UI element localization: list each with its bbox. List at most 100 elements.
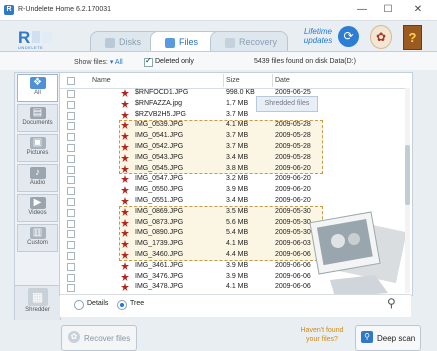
deep-scan-button[interactable]: ⚲ Deep scan — [355, 325, 421, 351]
r-undelete-logo: R — [18, 28, 52, 46]
minimize-button[interactable]: — — [352, 3, 372, 17]
file-name: $RNFAZZA.jpg — [135, 99, 183, 107]
manual-icon[interactable]: ? — [403, 25, 422, 50]
scrollbar-thumb[interactable] — [405, 145, 410, 205]
files-icon — [165, 37, 175, 48]
recover-icon: ✿ — [68, 331, 80, 343]
file-name: IMG_0539.JPG — [135, 121, 184, 129]
file-name: IMG_0542.JPG — [135, 143, 184, 150]
file-size: 5.6 MB — [226, 218, 249, 226]
show-files-dropdown[interactable]: Show files: ▾ All — [74, 58, 123, 66]
lifetime-updates-link[interactable]: Lifetime updates — [298, 27, 338, 45]
file-size: 1.7 MB — [226, 99, 249, 107]
row-checkbox[interactable] — [67, 154, 75, 163]
tab-recovery[interactable]: Recovery — [210, 31, 288, 52]
close-button[interactable]: ✕ — [408, 3, 428, 17]
file-size: 3.9 MB — [226, 272, 249, 280]
category-pictures[interactable]: ▣ Pictures — [17, 134, 58, 162]
documents-icon: ▤ — [29, 107, 46, 119]
file-name: IMG_0541.JPG — [135, 132, 184, 140]
file-name: IMG_0547.JPG — [135, 175, 184, 183]
select-all-checkbox[interactable] — [67, 77, 75, 85]
file-size: 3.5 MB — [226, 207, 249, 215]
havent-found-text: Haven't found your files? — [300, 327, 344, 343]
jpg-file-icon — [121, 164, 129, 173]
videos-icon: ▶ — [29, 197, 46, 209]
row-checkbox[interactable] — [67, 165, 75, 174]
row-checkbox[interactable] — [67, 262, 75, 271]
row-checkbox[interactable] — [67, 273, 75, 282]
file-name: IMG_0551.JPG — [135, 197, 184, 204]
view-mode-bar — [60, 294, 411, 317]
category-documents[interactable]: ▤ Documents — [17, 104, 58, 132]
all-files-icon: ❖ — [29, 77, 46, 89]
file-size: 3.7 MB — [226, 143, 249, 150]
file-name: IMG_0550.JPG — [135, 186, 184, 194]
file-size: 3.9 MB — [226, 261, 249, 269]
row-checkbox[interactable] — [67, 187, 75, 196]
show-files-label: Show files: — [74, 59, 108, 66]
file-size: 3.7 MB — [226, 110, 249, 118]
maximize-button[interactable]: ☐ — [378, 3, 398, 17]
column-date-header[interactable]: Date — [275, 77, 290, 84]
tree-label: Tree — [130, 300, 145, 307]
jpg-file-icon — [121, 143, 129, 151]
recover-files-button[interactable]: ✿ Recover files — [61, 325, 137, 351]
search-icon[interactable]: ⚲ — [387, 296, 396, 310]
file-size: 3.4 MB — [226, 153, 249, 161]
deep-scan-icon: ⚲ — [361, 331, 373, 343]
row-checkbox[interactable] — [67, 208, 75, 217]
row-checkbox[interactable] — [67, 219, 75, 228]
category-videos[interactable]: ▶ Videos — [17, 194, 58, 222]
row-checkbox[interactable] — [67, 252, 75, 260]
row-checkbox[interactable] — [67, 144, 75, 152]
svg-text:R: R — [18, 28, 30, 46]
row-checkbox[interactable] — [67, 241, 75, 250]
shredder-icon: ▦ — [27, 288, 48, 306]
category-all[interactable]: ❖ All — [17, 74, 58, 102]
row-checkbox[interactable] — [67, 90, 75, 98]
jpg-file-icon — [121, 153, 129, 162]
deleted-only-checkbox[interactable]: ✓ — [144, 56, 153, 67]
category-pictures-label: Pictures — [26, 150, 49, 156]
row-checkbox[interactable] — [67, 100, 75, 109]
row-checkbox[interactable] — [67, 133, 75, 142]
category-custom[interactable]: ▥ Custom — [17, 224, 58, 252]
photo-decoration — [309, 211, 407, 297]
category-audio[interactable]: ♪ Audio — [17, 164, 58, 192]
file-name: IMG_0545.JPG — [135, 164, 184, 172]
file-name: $RZVB2H5.JPG — [135, 110, 186, 118]
row-checkbox[interactable] — [67, 284, 75, 293]
file-size: 4.1 MB — [226, 240, 249, 248]
audio-icon: ♪ — [29, 167, 46, 179]
row-checkbox[interactable] — [67, 111, 75, 120]
column-divider — [223, 74, 224, 87]
jpg-file-icon — [121, 110, 129, 119]
refresh-icon[interactable]: ⟳ — [338, 26, 359, 47]
jpg-file-icon — [121, 121, 129, 130]
file-size: 4.1 MB — [226, 283, 249, 291]
category-documents-label: Documents — [22, 120, 53, 126]
filter-bar — [0, 52, 437, 70]
column-size-header[interactable]: Size — [226, 77, 240, 84]
details-radio[interactable] — [74, 300, 84, 310]
file-name: IMG_3478.JPG — [135, 283, 184, 291]
help-icon[interactable]: ✿ — [370, 25, 392, 49]
file-name: IMG_0873.JPG — [135, 218, 184, 226]
checkmark-icon: ✓ — [145, 56, 152, 65]
disks-icon — [105, 37, 115, 48]
jpg-file-icon — [121, 240, 129, 249]
file-size: 3.8 MB — [226, 164, 249, 172]
row-checkbox[interactable] — [67, 198, 75, 206]
shredder-button[interactable]: ▦ Shredder — [14, 285, 61, 321]
row-checkbox[interactable] — [67, 176, 75, 185]
tab-recovery-label: Recovery — [239, 37, 278, 47]
row-checkbox[interactable] — [67, 122, 75, 131]
file-size: 3.7 MB — [226, 132, 249, 140]
file-name: $RNFOCD1.JPG — [135, 89, 189, 96]
file-name: IMG_0869.JPG — [135, 207, 184, 215]
file-size: 4.4 MB — [226, 251, 249, 258]
row-checkbox[interactable] — [67, 230, 75, 239]
column-name-header[interactable]: Name — [92, 77, 111, 84]
tree-radio[interactable] — [117, 300, 127, 310]
